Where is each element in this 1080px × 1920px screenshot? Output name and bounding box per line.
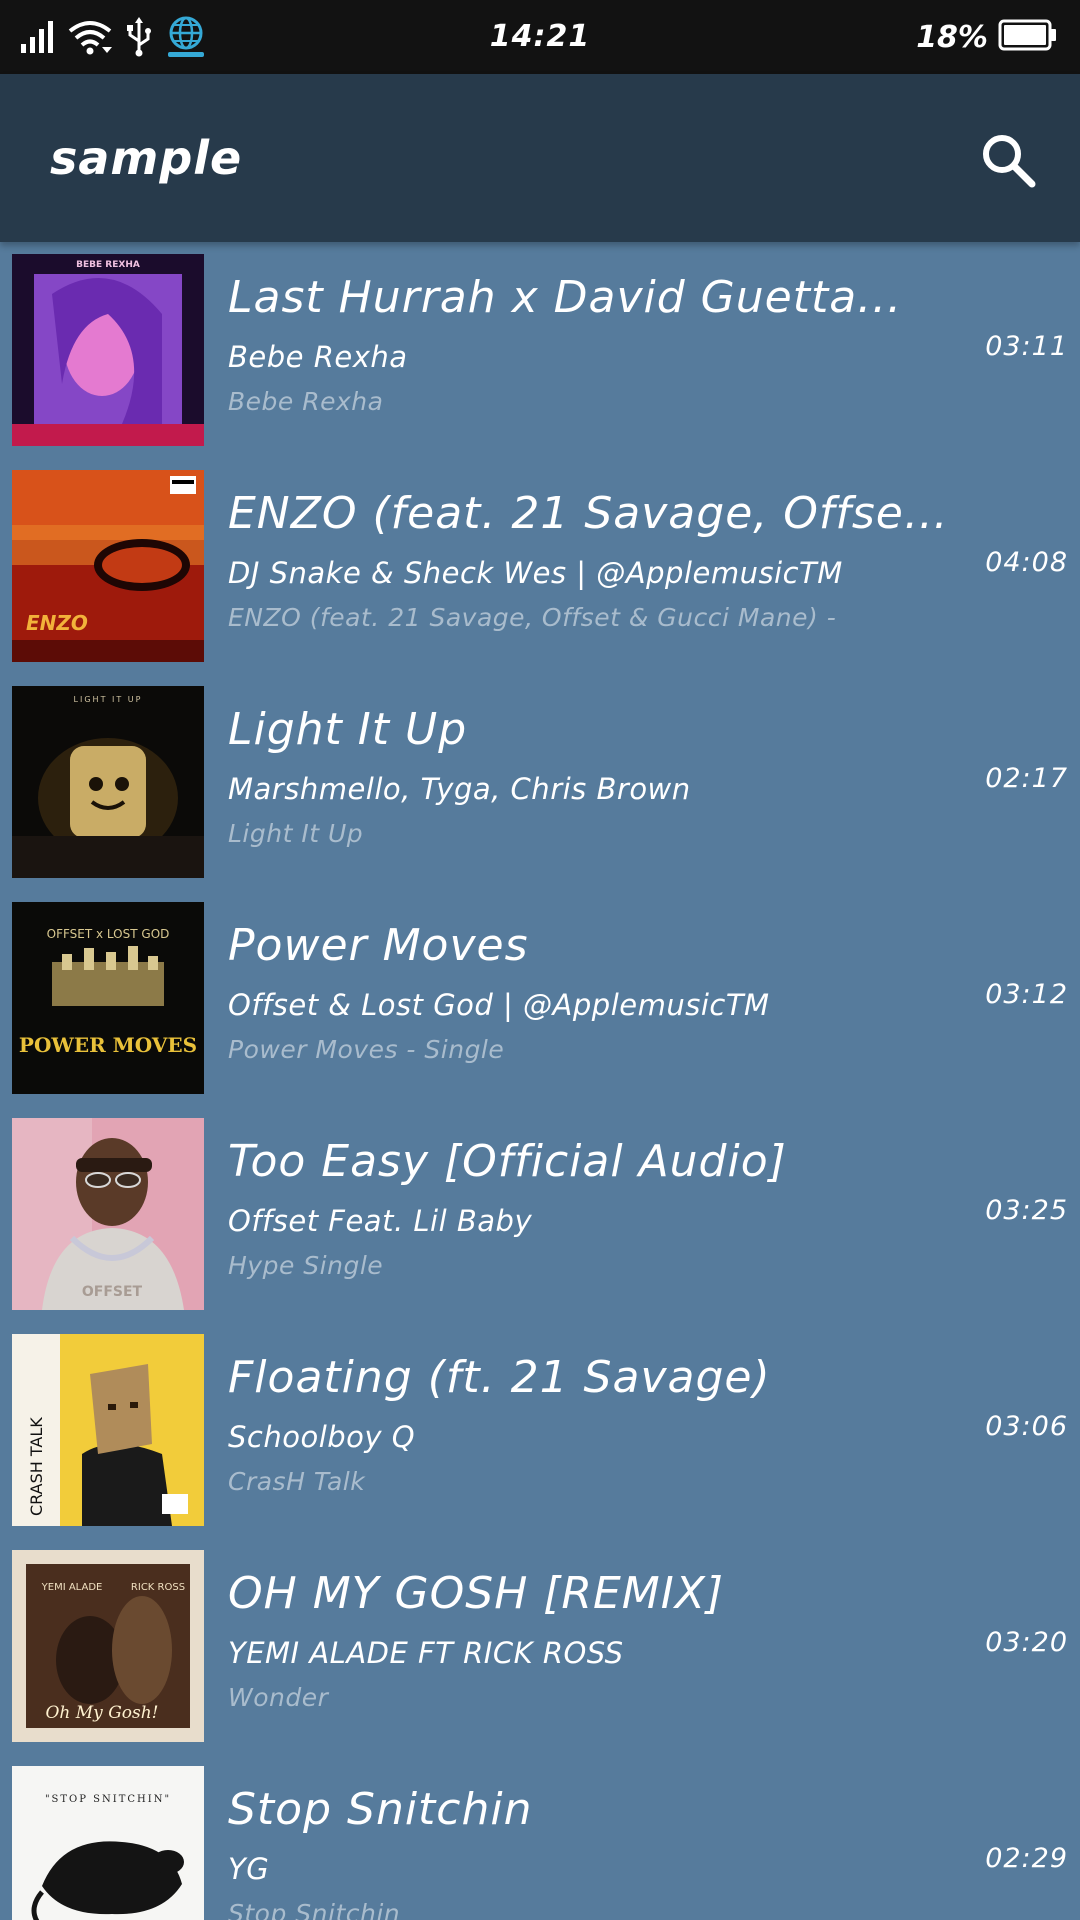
song-duration: 04:08 xyxy=(985,547,1068,578)
song-list-item[interactable]: OFFSET Too Easy [Official Audio] Offset … xyxy=(0,1106,1080,1322)
song-artist: YG xyxy=(228,1852,270,1886)
cover-text: POWER MOVES xyxy=(19,1033,197,1057)
cover-text: ENZO xyxy=(26,611,88,635)
song-title: OH MY GOSH [REMIX] xyxy=(228,1568,725,1619)
song-artist: YEMI ALADE FT RICK ROSS xyxy=(228,1636,624,1670)
song-album: Wonder xyxy=(228,1683,329,1712)
song-list-item[interactable]: YEMI ALADE RICK ROSS Oh My Gosh! OH MY G… xyxy=(0,1538,1080,1754)
song-album: ENZO (feat. 21 Savage, Offset & Gucci Ma… xyxy=(228,603,837,632)
app-bar: sample xyxy=(0,74,1080,242)
song-info: Floating (ft. 21 Savage) Schoolboy Q Cra… xyxy=(228,1322,948,1538)
album-cover: OFFSET x LOST GOD POWER MOVES xyxy=(12,902,204,1094)
status-bar: 14:21 18% xyxy=(0,0,1080,74)
song-artist: Bebe Rexha xyxy=(228,340,408,374)
cover-text: LIGHT IT UP xyxy=(74,695,143,704)
song-artist: Offset & Lost God | @ApplemusicTM xyxy=(228,988,770,1022)
album-cover: CRASH TALK xyxy=(12,1334,204,1526)
song-list[interactable]: BEBE REXHA Last Hurrah x David Guetta...… xyxy=(0,242,1080,1920)
album-cover: "STOP SNITCHIN" xyxy=(12,1766,204,1920)
song-album: Light It Up xyxy=(228,819,364,848)
song-album: Bebe Rexha xyxy=(228,387,384,416)
song-title: ENZO (feat. 21 Savage, Offse... xyxy=(228,488,948,539)
search-button[interactable] xyxy=(976,128,1040,192)
song-list-item[interactable]: BEBE REXHA Last Hurrah x David Guetta...… xyxy=(0,242,1080,458)
song-title: Floating (ft. 21 Savage) xyxy=(228,1352,771,1403)
song-list-item[interactable]: CRASH TALK Floating (ft. 21 Savage) Scho… xyxy=(0,1322,1080,1538)
svg-text:YEMI ALADE: YEMI ALADE xyxy=(41,1582,103,1593)
status-icons-right: 18% xyxy=(916,0,1058,74)
battery-icon xyxy=(998,19,1058,55)
cover-text: Oh My Gosh! xyxy=(45,1703,158,1723)
song-list-item[interactable]: ENZO ENZO (feat. 21 Savage, Offse... DJ … xyxy=(0,458,1080,674)
svg-text:RICK ROSS: RICK ROSS xyxy=(131,1582,185,1593)
battery-percent: 18% xyxy=(916,19,988,55)
song-info: Light It Up Marshmello, Tyga, Chris Brow… xyxy=(228,674,948,890)
cover-text: "STOP SNITCHIN" xyxy=(45,1794,171,1805)
cover-text: BEBE REXHA xyxy=(76,260,140,270)
song-duration: 02:17 xyxy=(985,763,1068,794)
song-list-item[interactable]: "STOP SNITCHIN" Stop Snitchin YG Stop Sn… xyxy=(0,1754,1080,1920)
album-cover: LIGHT IT UP xyxy=(12,686,204,878)
page-title: sample xyxy=(50,131,243,185)
album-cover: ENZO xyxy=(12,470,204,662)
song-duration: 03:25 xyxy=(985,1195,1068,1226)
song-title: Too Easy [Official Audio] xyxy=(228,1136,787,1187)
song-info: Stop Snitchin YG Stop Snitchin xyxy=(228,1754,948,1920)
song-duration: 03:12 xyxy=(985,979,1068,1010)
song-list-item[interactable]: LIGHT IT UP Light It Up Marshmello, Tyga… xyxy=(0,674,1080,890)
song-info: OH MY GOSH [REMIX] YEMI ALADE FT RICK RO… xyxy=(228,1538,948,1754)
song-artist: Marshmello, Tyga, Chris Brown xyxy=(228,772,691,806)
song-album: Hype Single xyxy=(228,1251,384,1280)
song-album: Stop Snitchin xyxy=(228,1899,401,1920)
song-list-item[interactable]: OFFSET x LOST GOD POWER MOVES Power Move… xyxy=(0,890,1080,1106)
album-cover: BEBE REXHA xyxy=(12,254,204,446)
song-title: Power Moves xyxy=(228,920,529,971)
search-icon xyxy=(983,135,1036,188)
cover-text: OFFSET xyxy=(82,1284,143,1300)
song-info: Too Easy [Official Audio] Offset Feat. L… xyxy=(228,1106,948,1322)
song-duration: 03:06 xyxy=(985,1411,1068,1442)
cover-text: CRASH TALK xyxy=(27,1417,46,1516)
song-duration: 03:20 xyxy=(985,1627,1068,1658)
song-artist: Offset Feat. Lil Baby xyxy=(228,1204,533,1238)
song-info: Power Moves Offset & Lost God | @Applemu… xyxy=(228,890,948,1106)
song-info: ENZO (feat. 21 Savage, Offse... DJ Snake… xyxy=(228,458,948,674)
song-artist: Schoolboy Q xyxy=(228,1420,416,1454)
song-info: Last Hurrah x David Guetta... Bebe Rexha… xyxy=(228,242,948,458)
song-title: Stop Snitchin xyxy=(228,1784,533,1835)
song-album: Power Moves - Single xyxy=(228,1035,505,1064)
song-title: Last Hurrah x David Guetta... xyxy=(228,272,903,323)
song-artist: DJ Snake & Sheck Wes | @ApplemusicTM xyxy=(228,556,843,590)
album-cover: YEMI ALADE RICK ROSS Oh My Gosh! xyxy=(12,1550,204,1742)
song-duration: 02:29 xyxy=(985,1843,1068,1874)
song-title: Light It Up xyxy=(228,704,468,755)
svg-text:OFFSET x LOST GOD: OFFSET x LOST GOD xyxy=(47,927,170,941)
song-duration: 03:11 xyxy=(985,331,1068,362)
album-cover: OFFSET xyxy=(12,1118,204,1310)
song-album: CrasH Talk xyxy=(228,1467,366,1496)
